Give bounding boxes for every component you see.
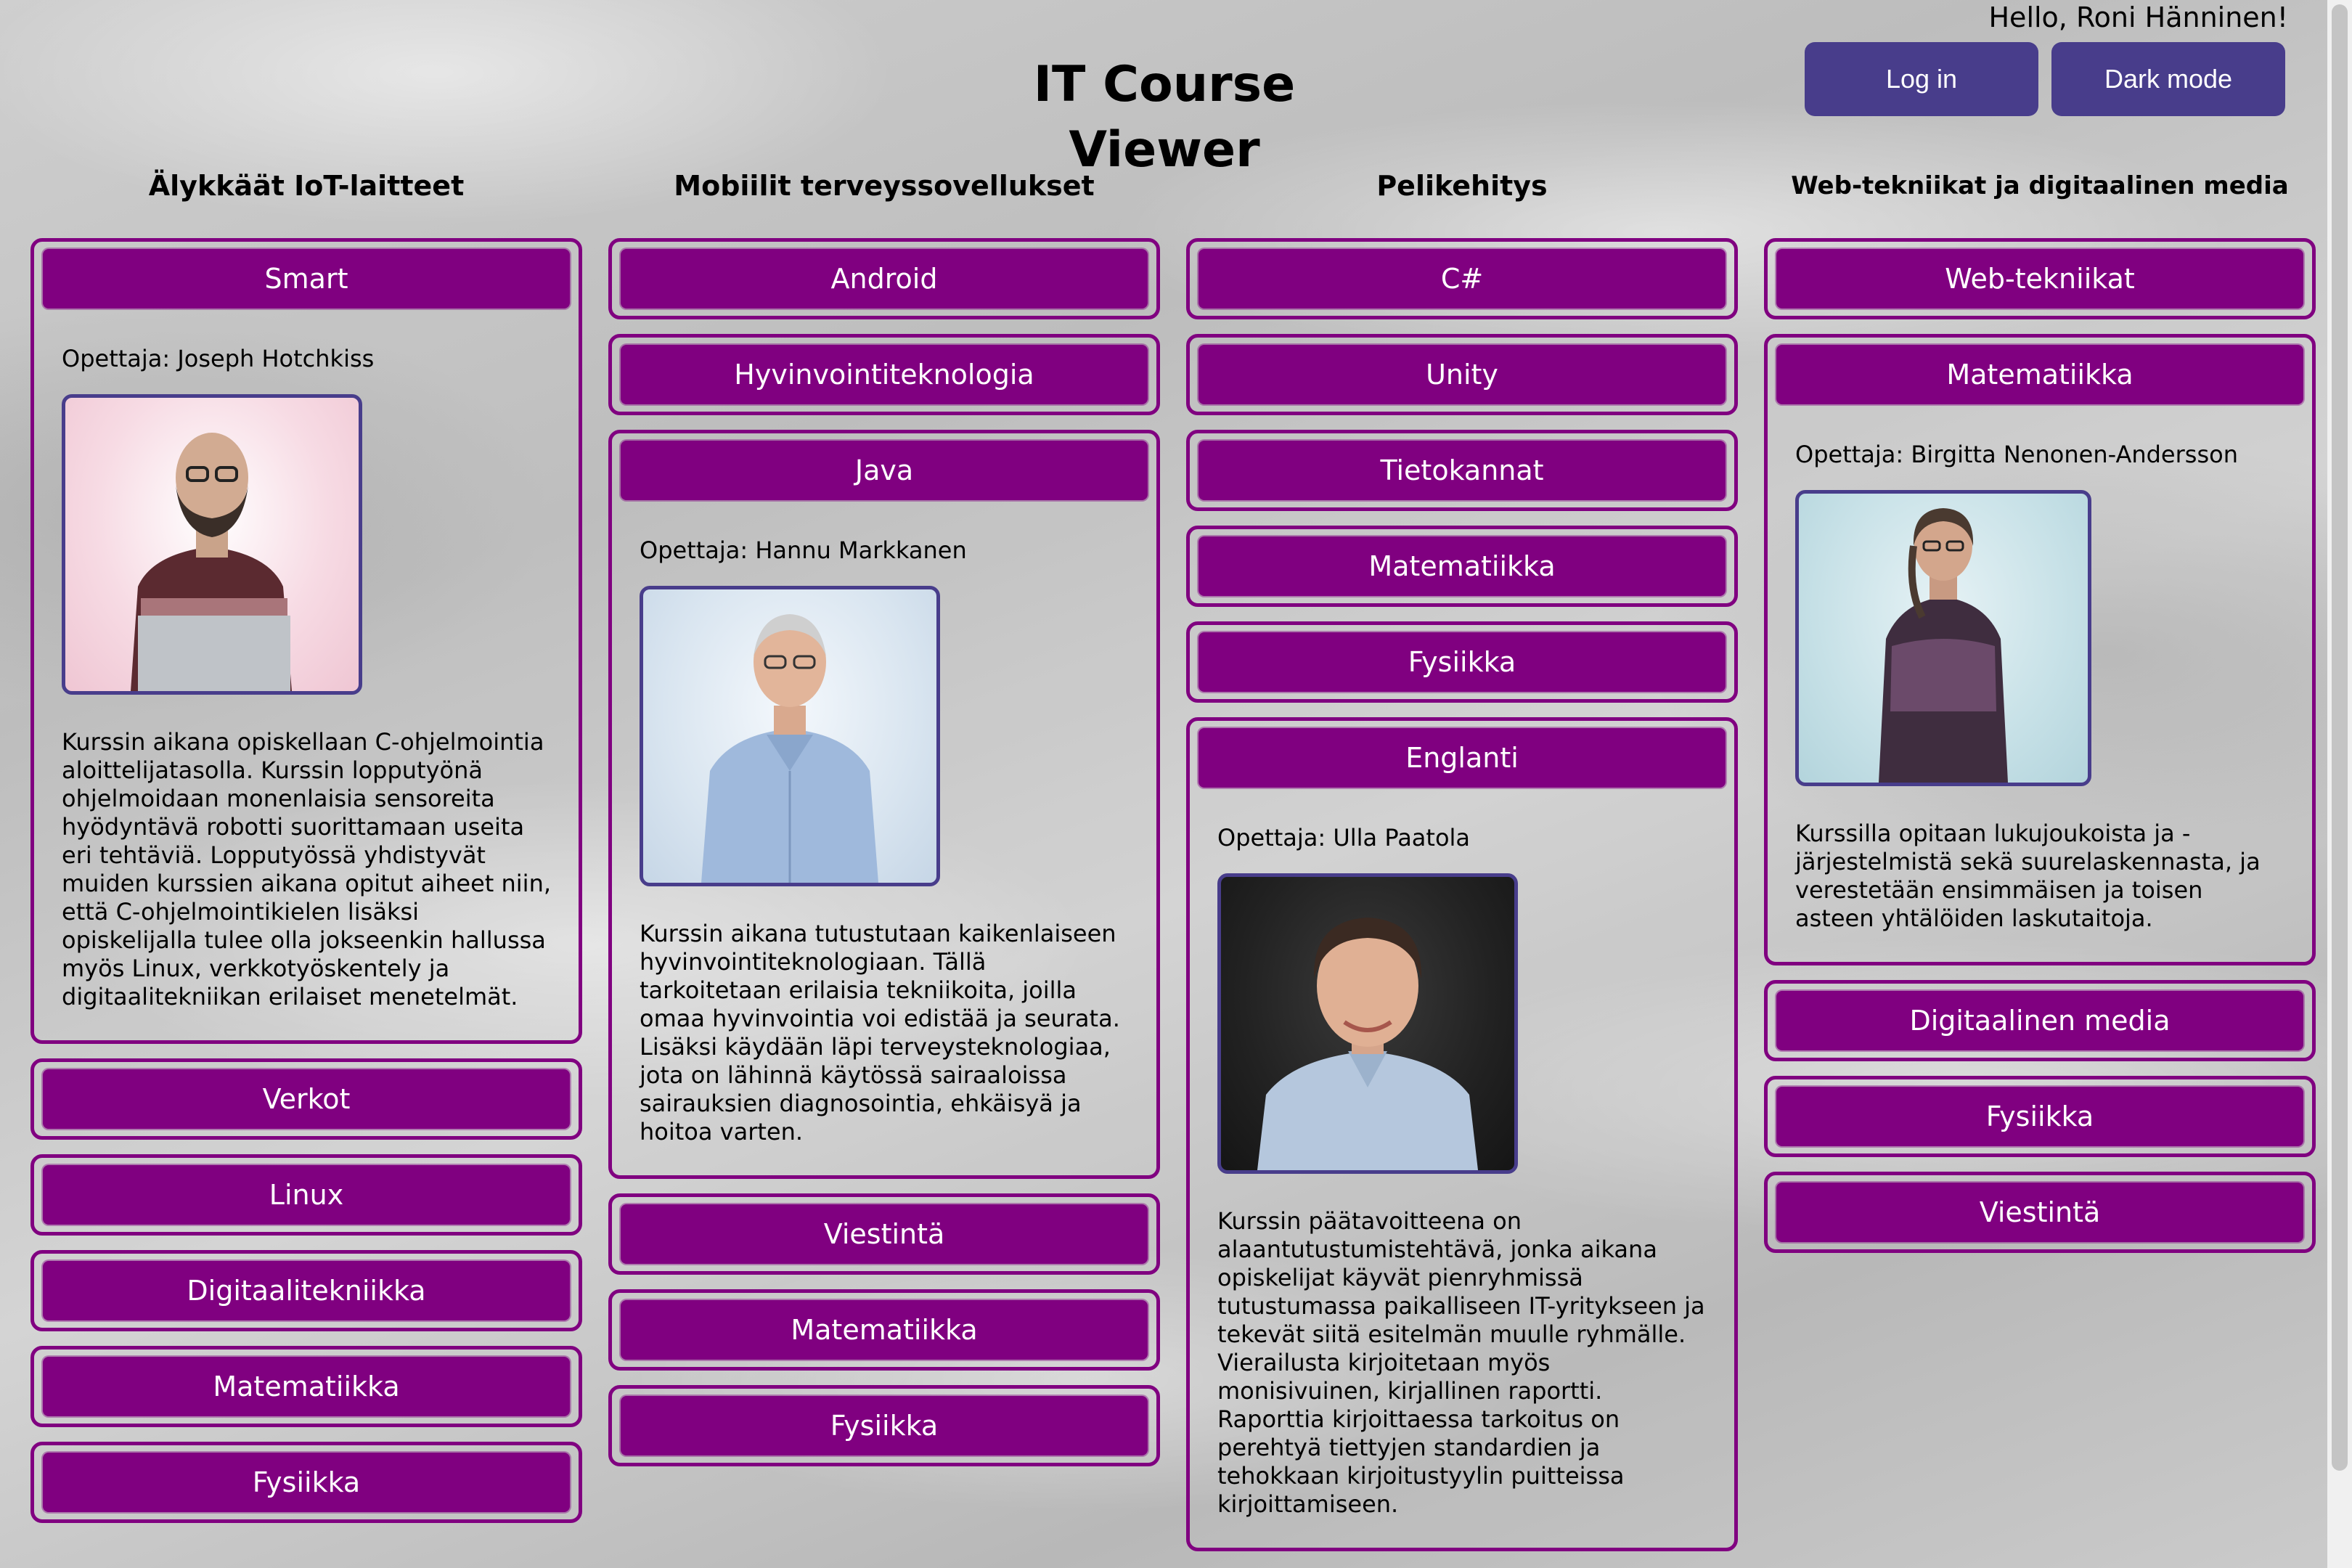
course-details: Opettaja: Joseph Hotchkiss Kurssin aikan…	[43, 309, 570, 1033]
login-button[interactable]: Log in	[1805, 42, 2038, 116]
course-card: C#	[1186, 238, 1738, 319]
course-card: Verkot	[30, 1058, 582, 1140]
course-button-digitaalinen-media[interactable]: Digitaalinen media	[1776, 991, 2303, 1050]
teacher-name: Opettaja: Joseph Hotchkiss	[62, 345, 375, 372]
course-button-englanti[interactable]: Englanti	[1199, 728, 1726, 788]
column-title: Mobiilit terveyssovellukset	[674, 170, 1095, 202]
teacher-photo	[640, 586, 940, 886]
column-title: Web-tekniikat ja digitaalinen media	[1791, 171, 2289, 200]
course-button-matematiikka[interactable]: Matematiikka	[1199, 536, 1726, 596]
course-description: Kurssin aikana opiskellaan C-ohjelmointi…	[62, 728, 552, 1010]
course-button-verkot[interactable]: Verkot	[43, 1069, 570, 1129]
column-iot: Älykkäät IoT-laitteet Smart Opettaja: Jo…	[30, 157, 582, 1538]
course-card: Unity	[1186, 334, 1738, 415]
course-button-viestinta[interactable]: Viestintä	[621, 1204, 1148, 1264]
scrollbar-thumb[interactable]	[2332, 4, 2348, 1471]
teacher-photo	[1795, 490, 2091, 786]
teacher-photo	[1217, 873, 1518, 1174]
vertical-scrollbar[interactable]	[2327, 0, 2352, 1568]
person-portrait-icon	[1879, 508, 2008, 783]
course-card: Hyvinvointiteknologia	[608, 334, 1160, 415]
course-card: Tietokannat	[1186, 430, 1738, 511]
teacher-name: Opettaja: Hannu Markkanen	[640, 536, 967, 564]
column-mobile-health: Mobiilit terveyssovellukset Android Hyvi…	[608, 157, 1160, 1481]
course-card: Smart Opettaja: Joseph Hotchkiss Kurssin…	[30, 238, 582, 1044]
course-card: Viestintä	[1764, 1172, 2316, 1253]
dark-mode-button[interactable]: Dark mode	[2051, 42, 2285, 116]
course-card: Web-tekniikat	[1764, 238, 2316, 319]
course-card: Matematiikka	[608, 1289, 1160, 1371]
course-details: Opettaja: Ulla Paatola Kurssin päätavoit…	[1199, 788, 1726, 1540]
course-card: Englanti Opettaja: Ulla Paatola Kurssin …	[1186, 717, 1738, 1551]
course-details: Opettaja: Birgitta Nenonen-Andersson Kur…	[1776, 404, 2303, 955]
course-button-csharp[interactable]: C#	[1199, 249, 1726, 309]
course-description: Kurssilla opitaan lukujoukoista ja -järj…	[1795, 820, 2261, 932]
course-button-web-tekniikat[interactable]: Web-tekniikat	[1776, 249, 2303, 309]
person-portrait-icon	[131, 433, 292, 691]
course-card: Digitaalitekniikka	[30, 1250, 582, 1331]
course-card: Fysiikka	[30, 1442, 582, 1523]
teacher-photo	[62, 394, 362, 695]
course-button-matematiikka[interactable]: Matematiikka	[1776, 345, 2303, 404]
course-card: Matematiikka Opettaja: Birgitta Nenonen-…	[1764, 334, 2316, 965]
course-card: Matematiikka	[30, 1346, 582, 1427]
column-title: Älykkäät IoT-laitteet	[148, 170, 465, 202]
course-button-matematiikka[interactable]: Matematiikka	[621, 1300, 1148, 1360]
course-card: Fysiikka	[608, 1385, 1160, 1466]
course-card: Linux	[30, 1154, 582, 1236]
person-portrait-icon	[1257, 918, 1478, 1170]
course-button-tietokannat[interactable]: Tietokannat	[1199, 441, 1726, 500]
course-button-smart[interactable]: Smart	[43, 249, 570, 309]
course-card: Java Opettaja: Hannu Markkanen Kurssin a…	[608, 430, 1160, 1179]
course-button-linux[interactable]: Linux	[43, 1165, 570, 1225]
person-portrait-icon	[701, 614, 878, 883]
course-description: Kurssin päätavoitteena on alaantutustumi…	[1217, 1207, 1705, 1518]
course-card: Fysiikka	[1186, 621, 1738, 703]
course-button-fysiikka[interactable]: Fysiikka	[43, 1453, 570, 1512]
course-card: Digitaalinen media	[1764, 980, 2316, 1061]
course-button-fysiikka[interactable]: Fysiikka	[1776, 1087, 2303, 1146]
teacher-name: Opettaja: Birgitta Nenonen-Andersson	[1795, 441, 2238, 468]
course-button-matematiikka[interactable]: Matematiikka	[43, 1357, 570, 1416]
course-button-digitaalitekniikka[interactable]: Digitaalitekniikka	[43, 1261, 570, 1320]
course-button-viestinta[interactable]: Viestintä	[1776, 1183, 2303, 1242]
course-card: Viestintä	[608, 1193, 1160, 1275]
course-card: Android	[608, 238, 1160, 319]
column-game-dev: Pelikehitys C# Unity Tietokannat Matemat…	[1186, 157, 1738, 1566]
teacher-name: Opettaja: Ulla Paatola	[1217, 824, 1471, 852]
course-button-java[interactable]: Java	[621, 441, 1148, 500]
column-title: Pelikehitys	[1376, 170, 1548, 202]
course-button-fysiikka[interactable]: Fysiikka	[621, 1396, 1148, 1455]
course-card: Matematiikka	[1186, 526, 1738, 607]
greeting: Hello, Roni Hänninen!	[1988, 1, 2288, 33]
course-button-hyvinvointiteknologia[interactable]: Hyvinvointiteknologia	[621, 345, 1148, 404]
course-button-fysiikka[interactable]: Fysiikka	[1199, 632, 1726, 692]
course-description: Kurssin aikana tutustutaan kaikenlaiseen…	[640, 920, 1120, 1146]
column-web-media: Web-tekniikat ja digitaalinen media Web-…	[1764, 157, 2316, 1267]
course-card: Fysiikka	[1764, 1076, 2316, 1157]
course-details: Opettaja: Hannu Markkanen Kurssin aikana…	[621, 500, 1148, 1168]
course-button-unity[interactable]: Unity	[1199, 345, 1726, 404]
course-button-android[interactable]: Android	[621, 249, 1148, 309]
